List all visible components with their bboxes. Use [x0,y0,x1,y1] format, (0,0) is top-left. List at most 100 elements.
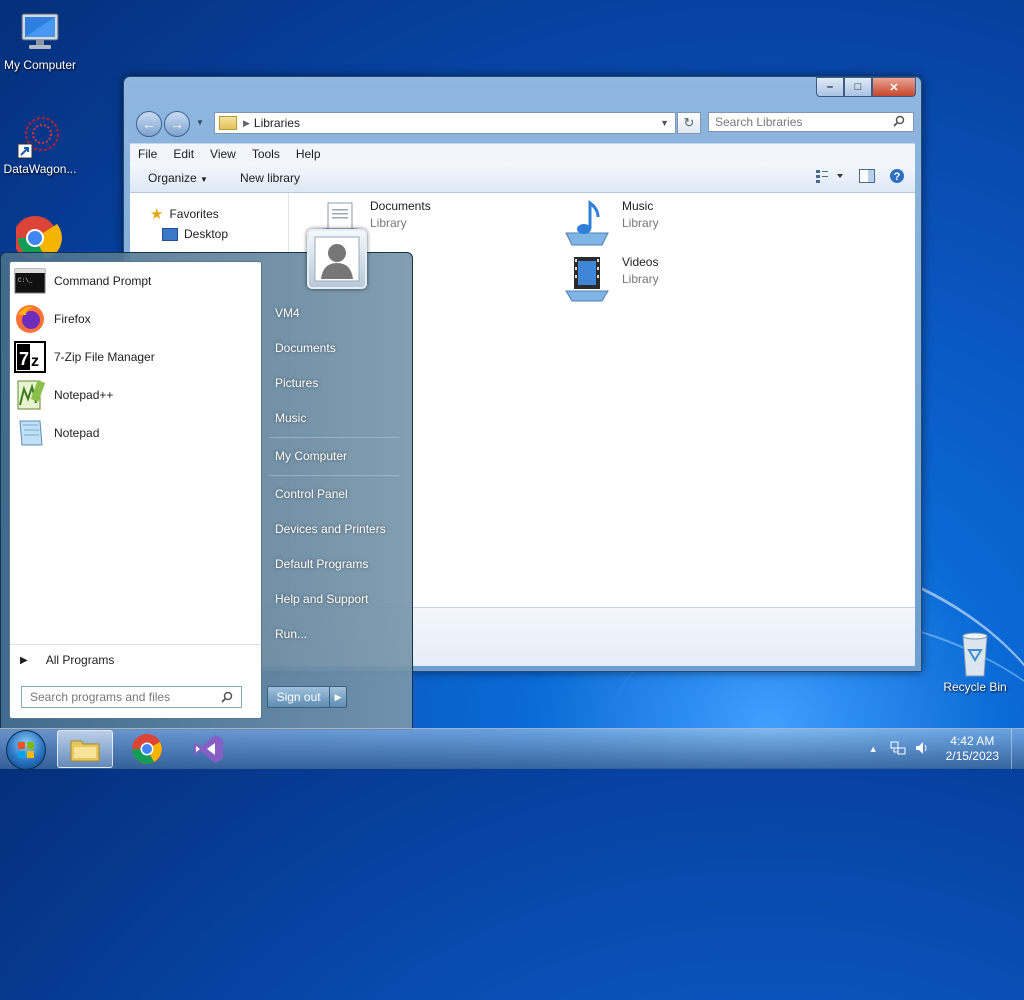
svg-text:7: 7 [19,349,29,369]
nav-desktop[interactable]: Desktop [162,227,228,241]
close-button[interactable]: ✕ [872,77,916,97]
menu-edit[interactable]: Edit [165,147,202,161]
program-label: Firefox [54,312,91,326]
libraries-folder-icon [219,116,237,130]
visual-studio-icon [194,735,223,763]
show-desktop-button[interactable] [1011,729,1024,769]
menu-view[interactable]: View [202,147,244,161]
navigation-bar: ← → ▼ ▶ Libraries ▼ ↻ Search Libraries [132,110,914,137]
network-icon[interactable] [886,740,910,759]
svg-text:z: z [31,353,39,370]
taskbar: ▲ 4:42 AM 2/15/2023 [0,728,1024,770]
menu-file[interactable]: File [130,147,165,161]
start-item-documents[interactable]: Documents [275,341,336,355]
organize-label: Organize [148,170,197,185]
all-programs-button[interactable]: ▶ All Programs [10,644,261,675]
show-hidden-icons-button[interactable]: ▲ [861,744,886,754]
user-icon [314,236,360,282]
change-view-button[interactable] [815,169,845,186]
help-icon: ? [890,169,904,183]
start-button[interactable] [6,730,46,770]
library-music[interactable]: Music Library [562,199,659,247]
program-command-prompt[interactable]: C:\_ Command Prompt [14,264,254,298]
program-label: Command Prompt [54,274,152,288]
start-item-pictures[interactable]: Pictures [275,376,318,390]
start-menu: C:\_ Command Prompt Firefox 7z 7-Zip Fil… [0,252,413,730]
start-item-run[interactable]: Run... [275,627,307,641]
desktop-icon-label: DataWagon... [3,162,77,176]
menu-tools[interactable]: Tools [244,147,288,161]
forward-button[interactable]: → [164,111,190,137]
shutdown-options-button[interactable]: ▶ [330,686,347,708]
notepad-icon [19,420,43,446]
user-avatar[interactable] [307,229,367,289]
monitor-icon [16,8,64,56]
help-button[interactable]: ? [889,168,905,187]
clock[interactable]: 4:42 AM 2/15/2023 [934,734,1011,764]
clock-date: 2/15/2023 [945,749,999,763]
taskbar-visual-studio[interactable] [181,730,237,768]
new-library-button[interactable]: New library [222,171,314,185]
sign-out-button[interactable]: Sign out [267,686,331,708]
search-icon [221,691,233,706]
arrow-left-icon: ← [142,116,156,132]
minimize-button[interactable]: – [816,77,844,97]
start-programs-panel: C:\_ Command Prompt Firefox 7z 7-Zip Fil… [9,261,262,719]
start-item-control-panel[interactable]: Control Panel [275,487,348,501]
preview-pane-button[interactable] [859,169,875,186]
menu-bar: File Edit View Tools Help [130,143,915,164]
divider [269,437,399,438]
start-item-help-support[interactable]: Help and Support [275,592,368,606]
sign-out-group: Sign out ▶ [267,686,347,708]
start-item-my-computer[interactable]: My Computer [275,449,347,463]
chrome-icon [132,734,162,764]
nav-favorites[interactable]: ★ Favorites [150,205,219,223]
svg-text:C:\_: C:\_ [18,277,33,284]
library-type: Library [622,216,659,230]
program-7zip[interactable]: 7z 7-Zip File Manager [14,340,254,374]
taskbar-file-explorer[interactable] [57,730,113,768]
program-label: Notepad [54,426,100,440]
library-videos[interactable]: Videos Library [562,255,659,303]
desktop-icon-label: My Computer [3,58,77,72]
maximize-button[interactable]: □ [844,77,872,97]
recent-pages-dropdown[interactable]: ▼ [196,118,204,127]
desktop-icon-datawagon[interactable]: DataWagon... [0,112,80,176]
organize-button[interactable]: Organize ▼ [130,171,222,185]
search-placeholder: Search Libraries [715,115,803,129]
start-search-input[interactable]: Search programs and files [21,686,242,708]
notepadpp-icon [17,380,46,410]
menu-help[interactable]: Help [288,147,329,161]
chevron-right-icon: ▶ [243,117,250,128]
search-libraries-input[interactable]: Search Libraries [708,112,914,132]
command-bar: Organize ▼ New library ? [130,163,915,193]
chevron-down-icon[interactable]: ▼ [660,118,669,128]
start-item-user[interactable]: VM4 [275,306,300,320]
clock-time: 4:42 AM [950,734,995,748]
desktop-icon-my-computer[interactable]: My Computer [0,8,80,72]
desktop-folder-icon [162,227,178,241]
back-button[interactable]: ← [136,111,162,137]
program-notepadpp[interactable]: Notepad++ [14,378,254,412]
address-bar[interactable]: ▶ Libraries ▼ [214,112,676,134]
7zip-icon: 7z [14,341,46,373]
refresh-button[interactable]: ↻ [677,112,701,134]
program-notepad[interactable]: Notepad [14,416,254,450]
file-explorer-icon [70,740,100,762]
program-firefox[interactable]: Firefox [14,302,254,336]
program-label: 7-Zip File Manager [54,350,155,364]
taskbar-chrome[interactable] [119,730,175,768]
start-item-devices-printers[interactable]: Devices and Printers [275,522,386,536]
program-label: Notepad++ [54,388,114,402]
view-options-icon [816,170,843,183]
star-icon: ★ [150,206,164,223]
preview-pane-icon [859,169,875,183]
desktop-icon-recycle-bin[interactable]: Recycle Bin [935,630,1015,694]
start-search-placeholder: Search programs and files [30,690,171,704]
library-name: Music [622,199,654,213]
start-item-default-programs[interactable]: Default Programs [275,557,368,571]
refresh-icon: ↻ [683,115,695,130]
volume-icon[interactable] [910,740,934,759]
start-item-music[interactable]: Music [275,411,306,425]
nav-favorites-label: Favorites [169,207,219,221]
